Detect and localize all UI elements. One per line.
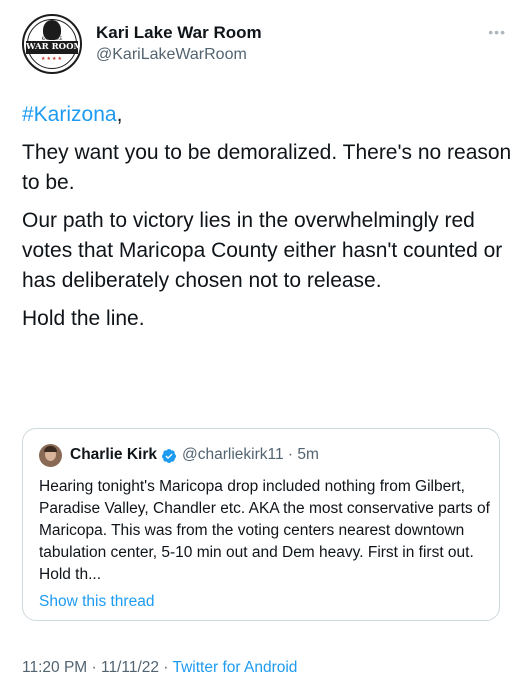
hashtag-suffix: , bbox=[116, 103, 123, 126]
verified-badge-icon bbox=[162, 449, 177, 463]
avatar-hair bbox=[44, 445, 57, 452]
author-handle[interactable]: @KariLakeWarRoom bbox=[96, 44, 262, 66]
tweet-timestamp[interactable]: 11:20 PM · 11/11/22 · bbox=[22, 659, 173, 676]
tweet-header: KARI LAKE WAR ROOM ★★★★ Kari Lake War Ro… bbox=[22, 14, 512, 74]
tweet-paragraph-1: They want you to be demoralized. There's… bbox=[22, 141, 512, 194]
show-thread-link[interactable]: Show this thread bbox=[39, 591, 154, 613]
hashtag-link[interactable]: #Karizona bbox=[22, 103, 117, 126]
more-horizontal-icon[interactable]: ••• bbox=[488, 25, 506, 39]
author-avatar[interactable]: KARI LAKE WAR ROOM ★★★★ bbox=[22, 14, 82, 74]
avatar-stars-icon: ★★★★ bbox=[41, 56, 63, 62]
tweet-metadata: 11:20 PM · 11/11/22 · Twitter for Androi… bbox=[22, 657, 297, 679]
avatar-banner-text: WAR ROOM bbox=[26, 41, 78, 54]
quoted-tweet-header: Charlie Kirk @charliekirk11 · 5m bbox=[39, 443, 319, 467]
tweet-hashtag-line: #Karizona, bbox=[22, 100, 512, 130]
tweet-body: #Karizona, They want you to be demoraliz… bbox=[22, 100, 512, 342]
quoted-tweet[interactable]: Charlie Kirk @charliekirk11 · 5m Hearing… bbox=[22, 428, 500, 621]
author-display-name[interactable]: Kari Lake War Room bbox=[96, 22, 262, 44]
author-info[interactable]: Kari Lake War Room @KariLakeWarRoom bbox=[96, 22, 262, 66]
quoted-author-handle-time[interactable]: @charliekirk11 · 5m bbox=[182, 446, 319, 464]
tweet-source-link[interactable]: Twitter for Android bbox=[173, 659, 298, 676]
tweet-paragraph-2: Our path to victory lies in the overwhel… bbox=[22, 209, 503, 292]
quoted-tweet-text: Hearing tonight's Maricopa drop included… bbox=[39, 478, 490, 583]
quoted-author-name[interactable]: Charlie Kirk bbox=[70, 446, 157, 464]
tweet-paragraph-3: Hold the line. bbox=[22, 307, 145, 330]
quoted-author-avatar[interactable] bbox=[39, 443, 62, 467]
